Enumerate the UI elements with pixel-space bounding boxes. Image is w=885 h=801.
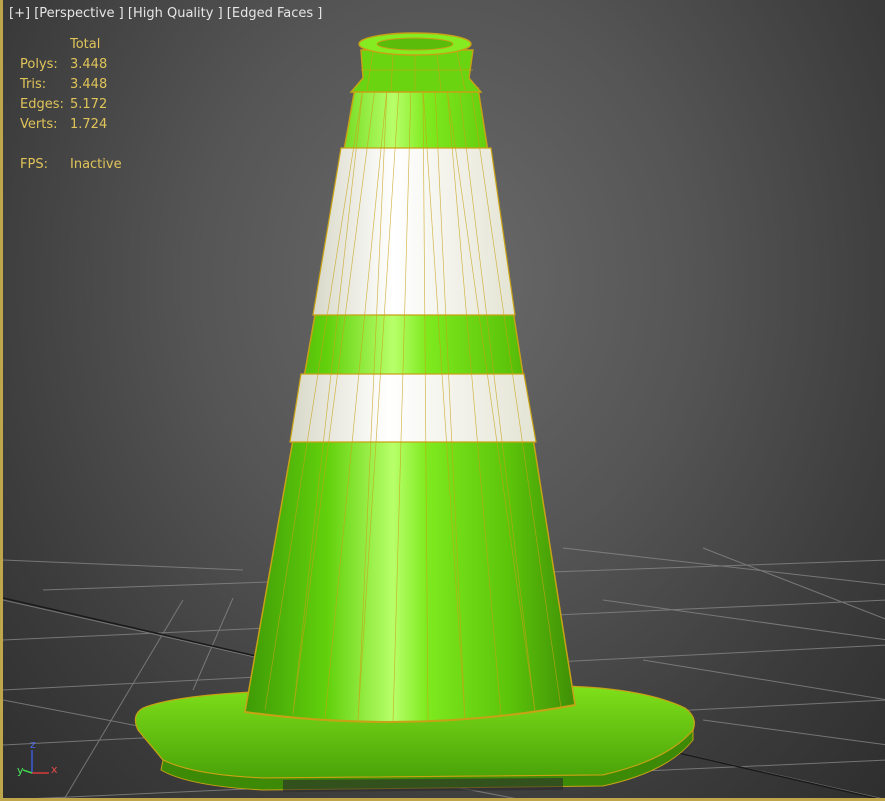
stats-key: Verts: <box>20 117 58 132</box>
stats-row-tris: Tris: 3.448 <box>20 75 122 95</box>
stats-value: Inactive <box>70 157 122 172</box>
viewport-view-menu[interactable]: [Perspective ] <box>34 6 124 21</box>
stats-key: Tris: <box>20 77 47 92</box>
statistics-overlay: Total Polys: 3.448 Tris: 3.448 Edges: 5.… <box>20 35 122 175</box>
stats-value: 3.448 <box>70 77 108 92</box>
stats-row-polys: Polys: 3.448 <box>20 55 122 75</box>
stats-key: Edges: <box>20 97 64 112</box>
gizmo-x-label: x <box>51 763 58 776</box>
stats-row-edges: Edges: 5.172 <box>20 95 122 115</box>
stats-row-fps: FPS: Inactive <box>20 155 122 175</box>
gizmo-z-label: z <box>30 738 36 751</box>
stats-value: 1.724 <box>70 117 108 132</box>
stats-row-verts: Verts: 1.724 <box>20 115 122 135</box>
gizmo-y-label: y <box>17 764 24 777</box>
stats-header: Total <box>70 37 101 52</box>
viewport-plus-menu[interactable]: [+] <box>9 6 30 21</box>
perspective-viewport[interactable]: z x y [+] [Perspective ] [High Quality ]… <box>0 0 885 801</box>
cone-body[interactable] <box>244 87 576 723</box>
viewport-edges-menu[interactable]: [Edged Faces ] <box>227 6 323 21</box>
viewport-scene[interactable]: z x y <box>3 0 885 801</box>
viewport-shading-menu[interactable]: [High Quality ] <box>128 6 223 21</box>
viewport-label-menu: [+] [Perspective ] [High Quality ] [Edge… <box>9 6 322 21</box>
reflective-band-upper <box>312 147 516 316</box>
stats-value: 3.448 <box>70 57 108 72</box>
stats-key: Polys: <box>20 57 58 72</box>
stats-key: FPS: <box>20 157 48 172</box>
cone-top[interactable] <box>349 32 483 93</box>
stats-value: 5.172 <box>70 97 108 112</box>
